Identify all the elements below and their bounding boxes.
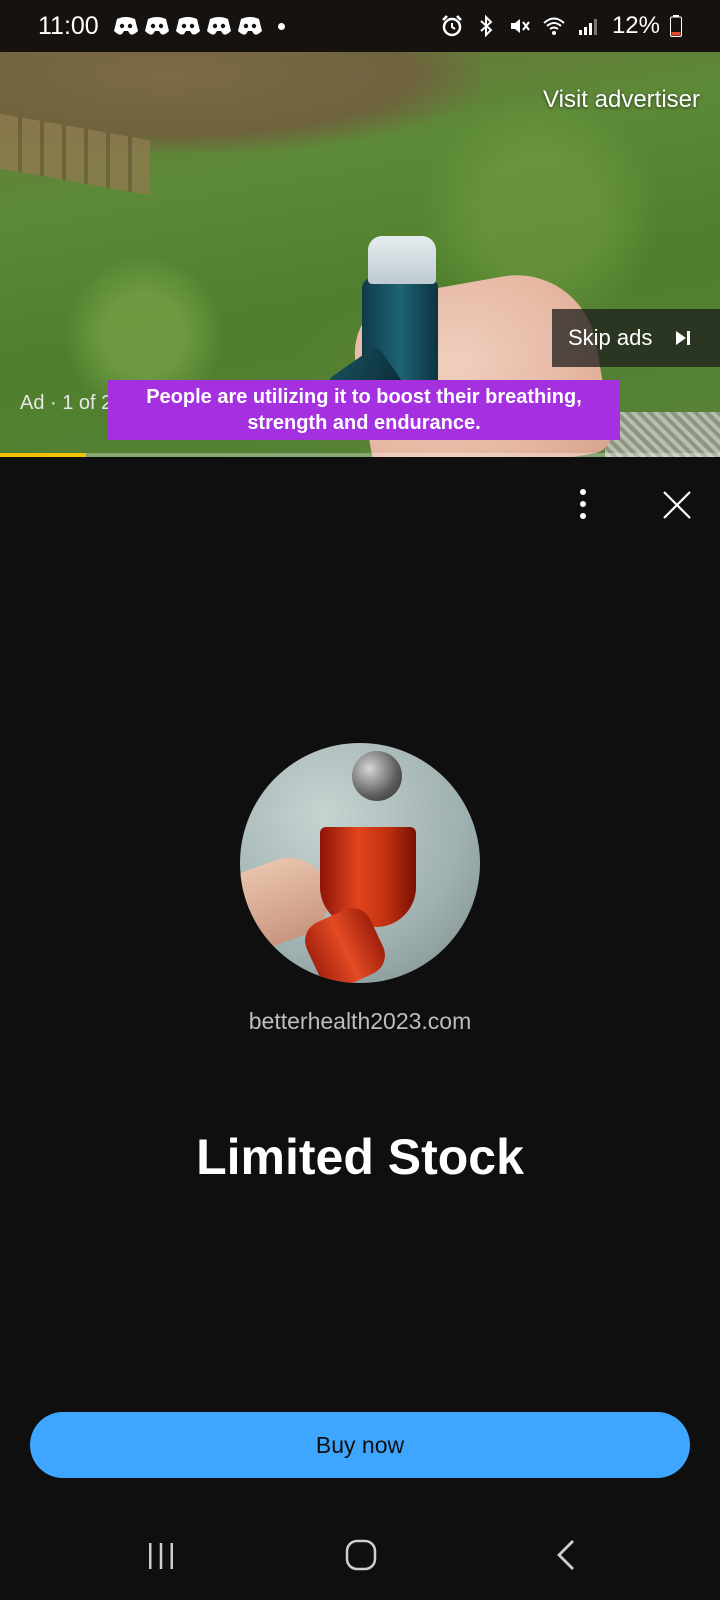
discord-icon <box>175 17 200 35</box>
ad-headline: Limited Stock <box>196 1129 524 1185</box>
skip-ads-label: Skip ads <box>568 325 653 350</box>
mute-icon <box>510 19 530 33</box>
discord-icon <box>113 17 138 35</box>
caption-line-1: People are utilizing it to boost their b… <box>146 386 582 408</box>
alarm-icon <box>442 15 462 37</box>
video-frame-inhaler-cap <box>368 236 436 284</box>
advertiser-logo[interactable] <box>240 743 480 983</box>
bluetooth-icon <box>480 14 493 38</box>
home-icon[interactable] <box>344 1538 378 1572</box>
video-player[interactable]: Visit advertiser Skip ads Ad · 1 of 2 · … <box>0 52 720 457</box>
ad-progress-bar <box>0 453 720 457</box>
wifi-icon <box>543 17 565 35</box>
battery-percent: 12% <box>611 12 660 39</box>
back-icon[interactable] <box>553 1538 579 1572</box>
ad-progress-fill <box>0 453 87 457</box>
logo-ball <box>352 751 402 801</box>
status-bar: 11:00 12% <box>0 0 720 52</box>
more-options-icon[interactable] <box>568 486 598 522</box>
discord-icon <box>237 17 262 35</box>
buy-now-button[interactable]: Buy now <box>30 1412 690 1478</box>
discord-icon <box>144 17 169 35</box>
video-frame-fabric <box>605 412 720 457</box>
recents-icon[interactable] <box>145 1540 177 1572</box>
skip-ads-button[interactable]: Skip ads <box>552 309 720 367</box>
notification-icons <box>113 15 285 37</box>
caption-line-2: strength and endurance. <box>247 412 481 434</box>
skip-next-icon <box>676 331 691 345</box>
video-caption: People are utilizing it to boost their b… <box>108 380 620 440</box>
visit-advertiser-link[interactable]: Visit advertiser <box>543 86 700 114</box>
battery-icon <box>670 15 682 37</box>
advertiser-domain: betterhealth2023.com <box>248 1008 472 1034</box>
signal-icon <box>578 19 597 35</box>
logo-cup <box>320 827 416 927</box>
more-notifications-dot <box>277 22 285 30</box>
discord-icon <box>206 17 231 35</box>
status-time: 11:00 <box>38 11 99 40</box>
navigation-bar <box>0 1510 720 1600</box>
close-icon[interactable] <box>662 490 692 520</box>
status-right: 12% <box>440 12 682 40</box>
